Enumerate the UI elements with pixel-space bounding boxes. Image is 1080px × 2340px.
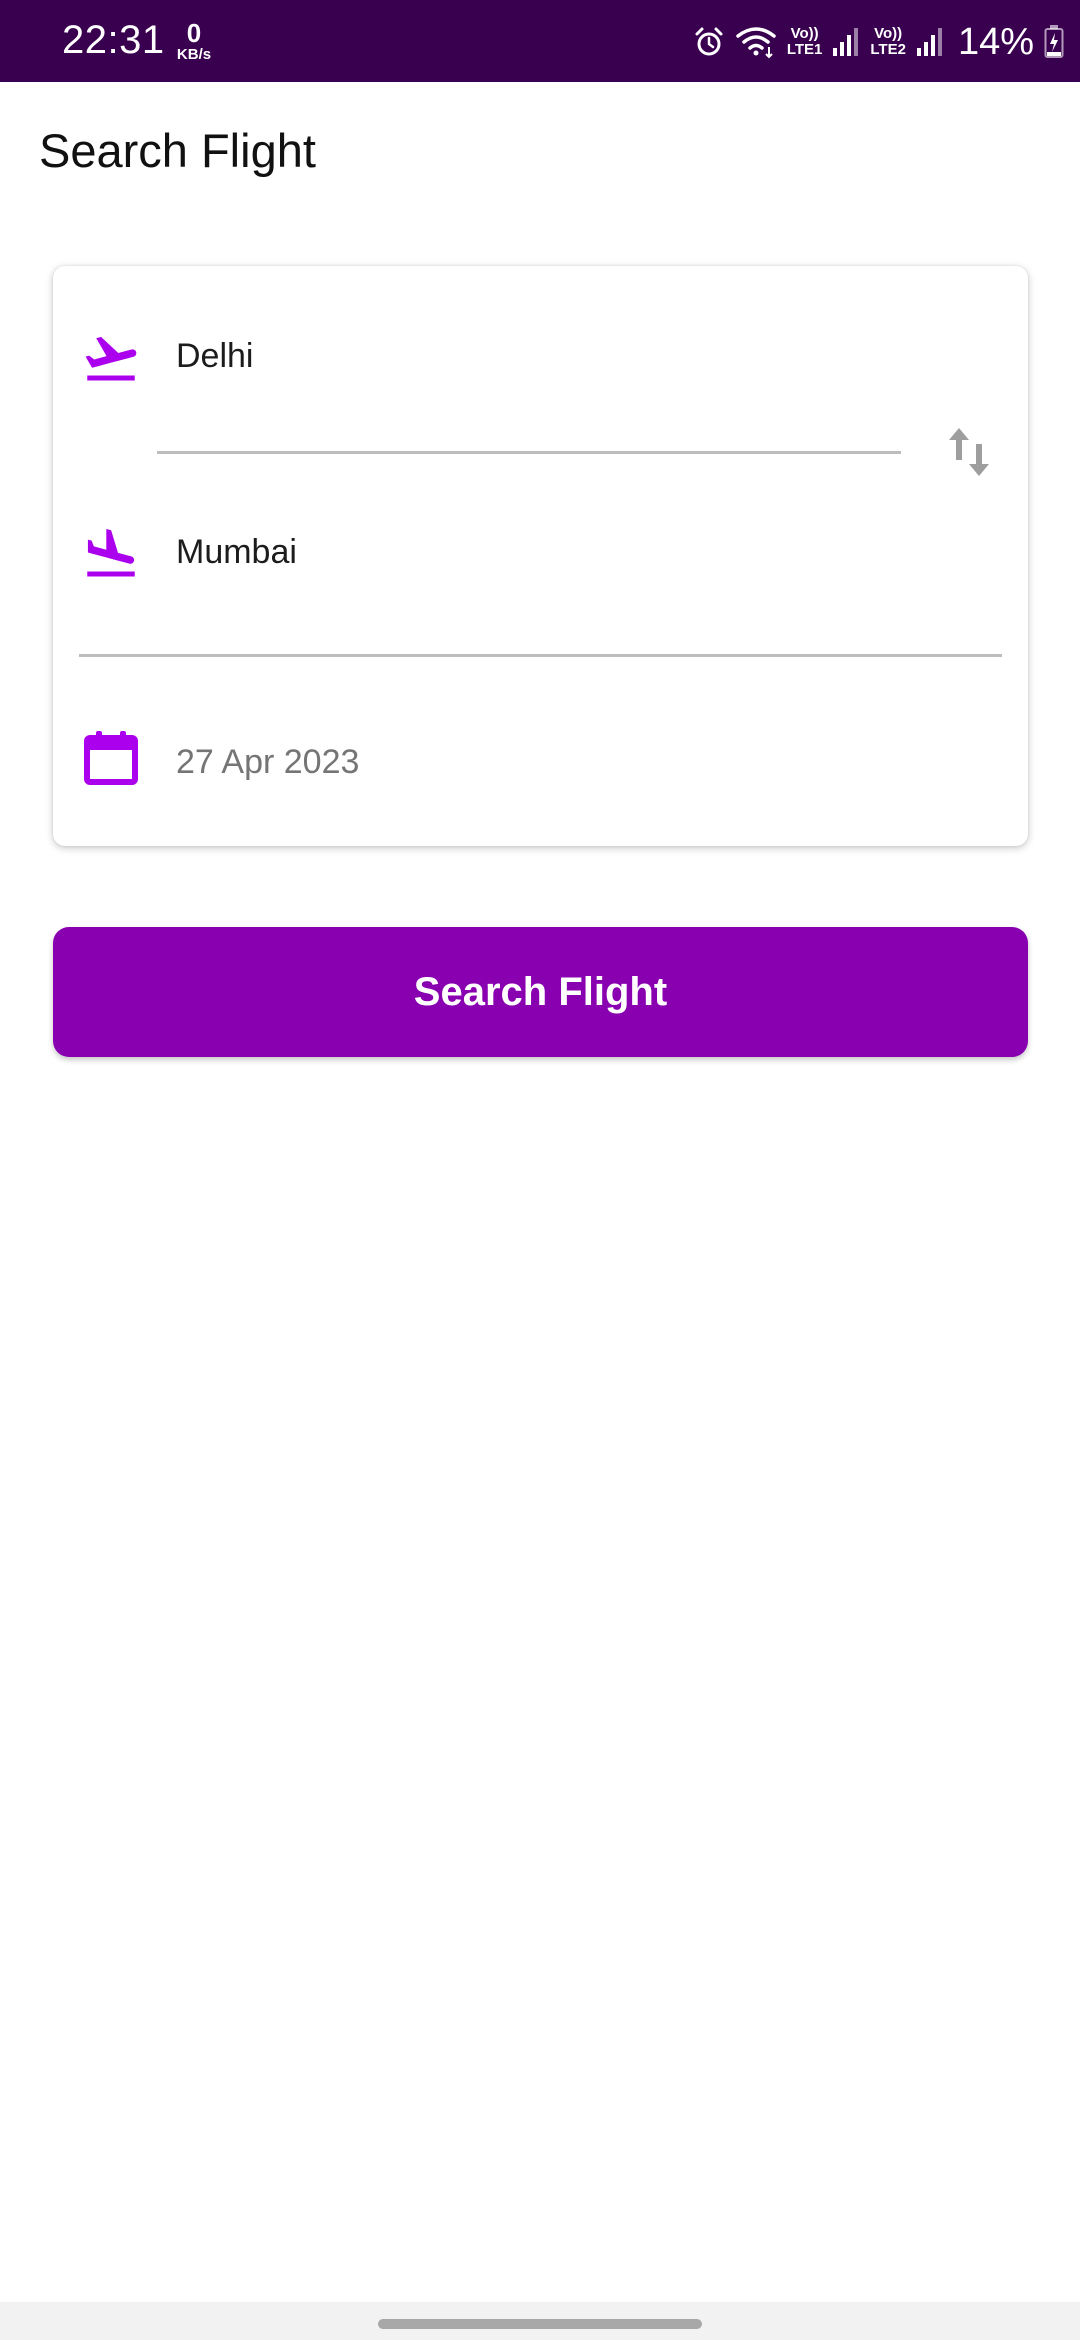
search-form-card: Delhi Mumbai 27 Apr 2023 [53, 266, 1028, 846]
to-city-field[interactable]: Mumbai [176, 530, 297, 574]
from-field-underline [157, 451, 901, 454]
travel-date-field[interactable]: 27 Apr 2023 [176, 740, 359, 784]
sim2-label: LTE2 [870, 41, 906, 58]
status-bar: 22:31 0 KB/s Vo)) LTE1 Vo)) LTE2 14% [0, 0, 1080, 82]
network-speed: 0 KB/s [172, 20, 216, 62]
network-speed-unit: KB/s [176, 46, 212, 63]
sim1-volte: Vo)) [790, 25, 819, 42]
status-icons: Vo)) LTE1 Vo)) LTE2 14% [693, 14, 1064, 70]
alarm-icon [693, 26, 725, 58]
navigation-bar [0, 2302, 1080, 2340]
home-gesture-handle[interactable] [378, 2319, 702, 2329]
battery-charging-icon [1044, 25, 1064, 59]
signal-icon [916, 26, 944, 58]
sim2-volte: Vo)) [874, 25, 903, 42]
sim1-indicator: Vo)) LTE1 [787, 26, 823, 58]
battery-percent: 14% [957, 21, 1034, 63]
wifi-icon [735, 25, 777, 59]
network-speed-value: 0 [186, 18, 202, 48]
signal-icon [832, 26, 860, 58]
search-flight-button[interactable]: Search Flight [53, 927, 1028, 1057]
page-title: Search Flight [39, 124, 316, 177]
flight-land-icon [81, 524, 141, 584]
calendar-icon [81, 728, 141, 788]
swap-vertical-icon [945, 424, 993, 485]
status-time: 22:31 [62, 18, 165, 62]
swap-cities-button[interactable] [937, 422, 1001, 486]
sim2-indicator: Vo)) LTE2 [870, 26, 906, 58]
flight-takeoff-icon [81, 328, 141, 388]
sim1-label: LTE1 [786, 41, 823, 58]
from-city-field[interactable]: Delhi [176, 334, 253, 378]
to-field-underline [79, 654, 1002, 657]
